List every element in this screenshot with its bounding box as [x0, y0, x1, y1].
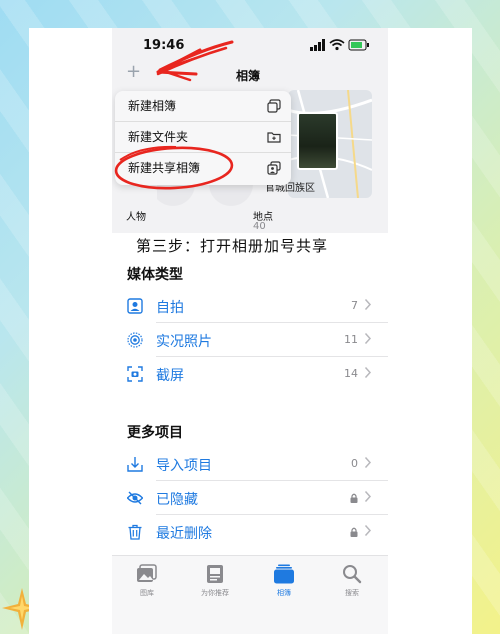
tab-albums[interactable]: 相簿: [254, 564, 314, 598]
albums-icon: [274, 564, 294, 584]
new-album-menu: 新建相簿 新建文件夹 新建共享相簿: [115, 91, 291, 185]
tab-label: 相簿: [277, 589, 291, 597]
search-icon: [343, 565, 362, 584]
album-add-icon: [267, 99, 281, 113]
screenshot-icon: [127, 366, 143, 382]
tab-label: 为你推荐: [201, 589, 229, 597]
phone-screen: 19:46 + 相簿 官城回族区 人物 地点 40 新建相簿 新建文件夹 新建共…: [112, 28, 388, 634]
tab-label: 图库: [140, 589, 154, 597]
list-item-count: 11: [344, 333, 358, 346]
list-item-count: 0: [351, 457, 358, 470]
menu-item-new-album[interactable]: 新建相簿: [115, 91, 291, 122]
tab-label: 搜索: [345, 589, 359, 597]
menu-item-label: 新建文件夹: [128, 130, 189, 144]
list-item-live-photos[interactable]: 实况照片 11: [112, 323, 388, 357]
menu-item-new-folder[interactable]: 新建文件夹: [115, 122, 291, 153]
status-icons: [310, 39, 369, 51]
section-more-items: 更多项目: [127, 425, 183, 441]
wifi-icon: [329, 39, 345, 51]
menu-item-label: 新建相簿: [128, 99, 177, 113]
add-button[interactable]: +: [126, 63, 141, 81]
library-icon: [137, 564, 157, 582]
trash-icon: [128, 524, 142, 540]
lock-icon: [350, 527, 358, 537]
shared-album-add-icon: [267, 161, 281, 175]
list-item-count: 7: [351, 299, 358, 312]
map-photo-pin: [297, 112, 338, 170]
list-item-selfies[interactable]: 自拍 7: [112, 289, 388, 323]
battery-icon: [348, 39, 369, 51]
list-item-label: 自拍: [156, 300, 184, 316]
lock-icon: [350, 493, 358, 503]
list-item-label: 最近删除: [156, 526, 212, 542]
import-icon: [127, 457, 143, 472]
for-you-icon: [207, 565, 223, 583]
chevron-right-icon: [364, 332, 372, 345]
list-item-hidden[interactable]: 已隐藏: [112, 481, 388, 515]
chevron-right-icon: [364, 524, 372, 537]
section-media-types: 媒体类型: [127, 267, 183, 283]
eye-hidden-icon: [127, 491, 143, 505]
list-item-label: 已隐藏: [156, 492, 198, 508]
chevron-right-icon: [364, 490, 372, 503]
page-title: 相簿: [236, 69, 261, 83]
live-photo-icon: [127, 332, 143, 348]
list-item-imports[interactable]: 导入项目 0: [112, 447, 388, 481]
album-places-count: 40: [253, 221, 266, 232]
menu-item-label: 新建共享相簿: [128, 161, 201, 175]
chevron-right-icon: [364, 298, 372, 311]
chevron-right-icon: [364, 366, 372, 379]
chevron-right-icon: [364, 456, 372, 469]
list-item-recently-deleted[interactable]: 最近删除: [112, 515, 388, 549]
cellular-signal-icon: [310, 39, 325, 51]
tab-bar: 图库 为你推荐 相簿 搜索: [112, 555, 388, 634]
folder-add-icon: [267, 132, 281, 143]
album-people-name[interactable]: 人物: [126, 208, 146, 223]
list-item-label: 截屏: [156, 368, 184, 384]
status-time: 19:46: [143, 38, 185, 53]
tab-library[interactable]: 图库: [117, 564, 177, 598]
list-item-count: 14: [344, 367, 358, 380]
tab-search[interactable]: 搜索: [322, 564, 382, 598]
list-item-screenshots[interactable]: 截屏 14: [112, 357, 388, 391]
list-item-label: 实况照片: [156, 334, 212, 350]
menu-item-new-shared-album[interactable]: 新建共享相簿: [115, 153, 291, 184]
tutorial-caption: 第三步：打开相册加号共享: [136, 237, 329, 255]
tab-for-you[interactable]: 为你推荐: [185, 564, 245, 598]
selfie-icon: [127, 298, 143, 314]
list-item-label: 导入项目: [156, 458, 212, 474]
